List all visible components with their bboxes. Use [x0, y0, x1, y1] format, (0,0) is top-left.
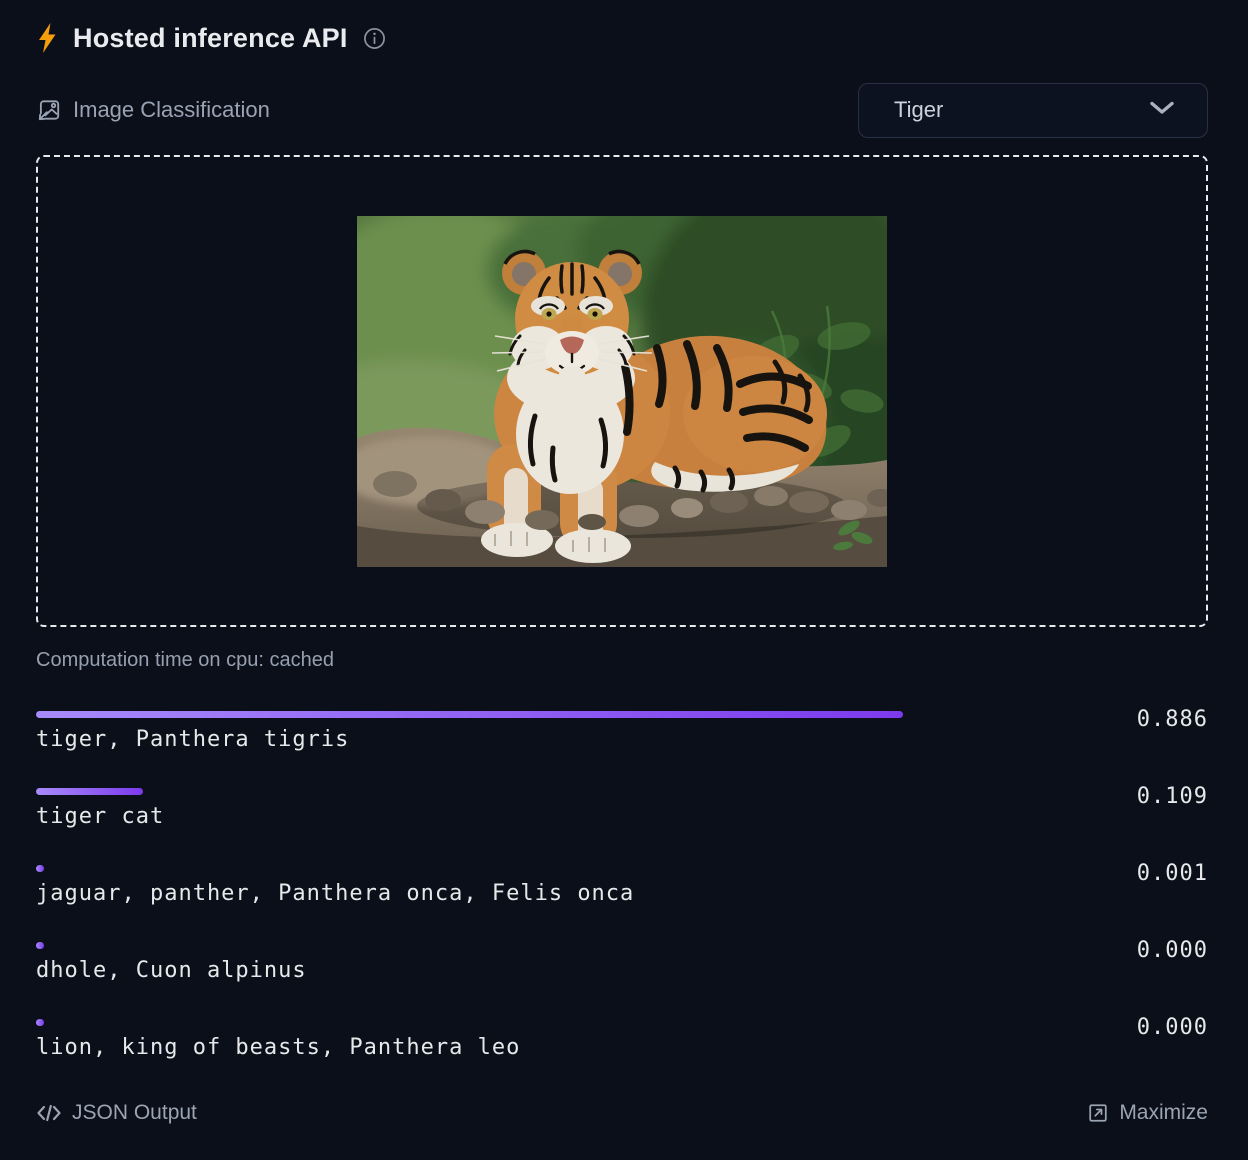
example-select-dropdown[interactable]: Tiger	[858, 83, 1208, 138]
hosted-inference-widget: Hosted inference API Image Classificatio…	[0, 0, 1248, 1130]
image-dropzone[interactable]	[36, 155, 1208, 627]
chevron-down-icon	[1149, 100, 1175, 121]
result-row: dhole, Cuon alpinus 0.000	[36, 942, 1208, 984]
class-score: 0.001	[1137, 861, 1208, 886]
result-row: tiger, Panthera tigris 0.886	[36, 711, 1208, 753]
widget-header: Hosted inference API	[36, 16, 1208, 60]
class-score: 0.886	[1137, 707, 1208, 732]
class-score: 0.000	[1137, 1015, 1208, 1040]
maximize-icon	[1087, 1102, 1109, 1124]
selected-example: Tiger	[894, 97, 943, 123]
task-label: Image Classification	[73, 97, 270, 123]
class-label: jaguar, panther, Panthera onca, Felis on…	[36, 881, 1208, 907]
result-row: jaguar, panther, Panthera onca, Felis on…	[36, 865, 1208, 907]
score-bar	[36, 1019, 44, 1026]
class-label: tiger cat	[36, 804, 1208, 830]
json-output-button[interactable]: JSON Output	[36, 1101, 197, 1125]
tiger-image	[357, 216, 887, 567]
json-output-label: JSON Output	[72, 1101, 197, 1125]
score-bar	[36, 865, 44, 872]
score-bar	[36, 711, 903, 718]
result-row: tiger cat 0.109	[36, 788, 1208, 830]
class-score: 0.109	[1137, 784, 1208, 809]
result-row: lion, king of beasts, Panthera leo 0.000	[36, 1019, 1208, 1061]
lightning-bolt-icon	[36, 21, 60, 55]
code-icon	[36, 1103, 62, 1123]
maximize-label: Maximize	[1119, 1101, 1208, 1125]
maximize-button[interactable]: Maximize	[1087, 1101, 1208, 1125]
computation-time: Computation time on cpu: cached	[36, 649, 1208, 673]
info-icon[interactable]	[363, 26, 387, 50]
class-label: lion, king of beasts, Panthera leo	[36, 1035, 1208, 1061]
task-label-group: Image Classification	[36, 97, 270, 123]
class-score: 0.000	[1137, 938, 1208, 963]
page-title: Hosted inference API	[73, 23, 348, 54]
class-label: dhole, Cuon alpinus	[36, 958, 1208, 984]
score-bar	[36, 942, 44, 949]
task-row: Image Classification Tiger	[36, 82, 1208, 138]
widget-footer: JSON Output Maximize	[36, 1096, 1208, 1130]
image-classification-icon	[36, 97, 62, 123]
score-bar	[36, 788, 143, 795]
classification-results: tiger, Panthera tigris 0.886 tiger cat 0…	[36, 711, 1208, 1061]
class-label: tiger, Panthera tigris	[36, 727, 1208, 753]
